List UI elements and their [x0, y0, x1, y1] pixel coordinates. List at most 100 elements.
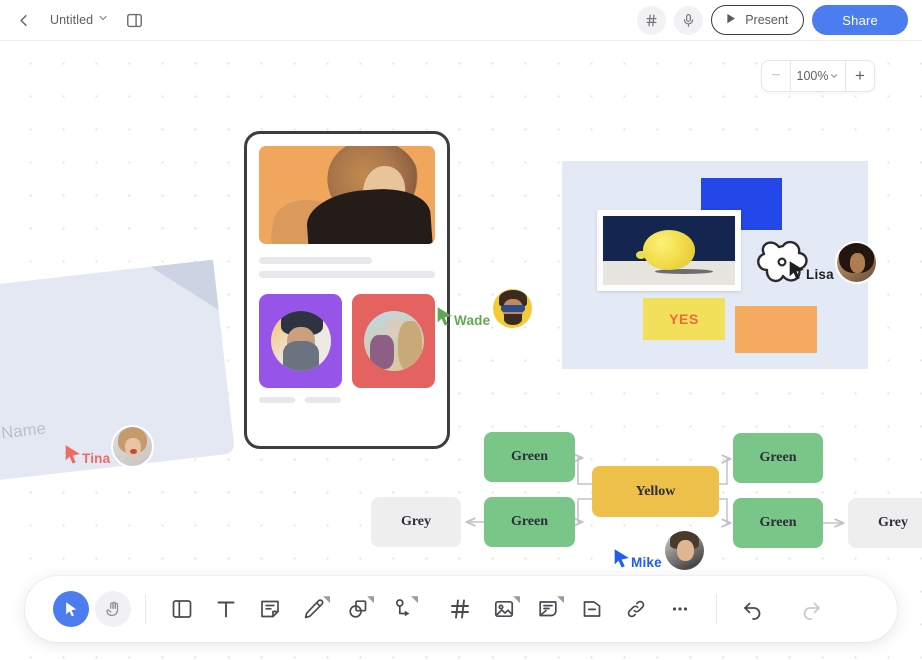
tool-caret-icon: ◥ [411, 594, 418, 604]
tool-connector[interactable]: ◥ [380, 587, 424, 631]
zoom-level-dropdown[interactable]: 100% [790, 61, 846, 91]
orange-rectangle-shape[interactable] [735, 306, 817, 353]
redo-arrow-icon [803, 602, 820, 620]
toolbar-divider [716, 594, 717, 624]
text-placeholder-bar [259, 271, 435, 278]
play-icon [723, 11, 738, 29]
cursor-pointer-icon [789, 261, 804, 280]
tool-caret-icon: ◥ [513, 594, 520, 604]
yes-sticky[interactable]: YES [643, 298, 725, 340]
yes-label: YES [669, 311, 699, 327]
chevron-down-icon [831, 74, 838, 78]
cursor-pointer-icon [65, 445, 80, 464]
flow-node-label: Yellow [635, 483, 676, 499]
redo-button[interactable] [789, 587, 833, 631]
cursor-pointer-icon [614, 549, 629, 568]
flow-node-green-bot-r[interactable]: Green [733, 498, 823, 548]
hash-icon[interactable] [637, 5, 667, 35]
tool-frame[interactable] [160, 587, 204, 631]
tool-link[interactable] [614, 587, 658, 631]
present-label: Present [745, 13, 789, 27]
cursor-name-label: Lisa [806, 267, 834, 282]
lemon-photo-frame[interactable] [597, 210, 741, 291]
hero-image [259, 146, 435, 244]
top-bar: Untitled Present Share [0, 0, 922, 41]
tool-grid[interactable] [438, 587, 482, 631]
cursor-name-label: Mike [631, 555, 662, 570]
hash-grid-icon [451, 599, 469, 619]
top-bar-right: Present Share [637, 5, 922, 35]
zoom-out-button[interactable]: − [762, 61, 790, 91]
avatar [113, 427, 153, 466]
tool-select[interactable] [53, 591, 89, 627]
page-title: Untitled [50, 13, 94, 27]
avatar [836, 243, 876, 282]
panel-layout-icon[interactable] [117, 3, 151, 37]
tool-caret-icon: ◥ [323, 594, 330, 604]
chevron-down-icon [97, 11, 109, 29]
whiteboard-app: Untitled Present Share Name YES Grey Gre… [0, 0, 922, 660]
frame-layout-icon [172, 600, 192, 618]
avatar [270, 311, 331, 371]
zoom-level-value: 100% [796, 69, 829, 83]
flow-node-label: Green [510, 514, 549, 529]
tool-pen[interactable]: ◥ [292, 587, 336, 631]
flow-node-grey-left[interactable]: Grey [371, 497, 461, 547]
avatar [664, 531, 704, 570]
text-tool-icon [217, 601, 235, 618]
tool-more[interactable] [658, 587, 702, 631]
back-icon[interactable] [6, 3, 40, 37]
flow-node-label: Grey [400, 514, 432, 529]
mockup-label-row [259, 397, 435, 403]
flow-node-yellow-center[interactable]: Yellow [592, 466, 719, 517]
mockup-card-purple[interactable] [259, 294, 342, 388]
lemon-photo [603, 216, 735, 285]
microphone-icon[interactable] [674, 5, 704, 35]
avatar [363, 311, 424, 371]
top-bar-left: Untitled [0, 3, 151, 37]
document-title-dropdown[interactable]: Untitled [42, 11, 109, 29]
tool-shapes[interactable]: ◥ [336, 587, 380, 631]
more-dots-icon [672, 607, 688, 611]
tool-image[interactable]: ◥ [482, 587, 526, 631]
zoom-control: − 100% + [761, 60, 875, 92]
tool-caret-icon: ◥ [367, 594, 374, 604]
cursor-pointer-icon [437, 307, 452, 326]
flow-node-label: Grey [877, 515, 909, 530]
mockup-card-red[interactable] [352, 294, 435, 388]
cursor-name-label: Tina [82, 451, 111, 466]
cursor-select-icon [66, 602, 77, 617]
label-placeholder-bar [305, 397, 341, 403]
cursor-name-label: Wade [454, 313, 491, 328]
canvas[interactable]: Your Name [0, 41, 922, 660]
flow-node-label: Green [510, 449, 549, 464]
link-paperclip-icon [627, 600, 645, 618]
document-icon [583, 601, 601, 617]
present-button[interactable]: Present [711, 5, 805, 35]
undo-arrow-icon [744, 602, 761, 620]
flow-node-grey-right[interactable]: Grey [848, 498, 922, 548]
text-placeholder-bar [259, 257, 372, 264]
sticky-note-icon [261, 600, 279, 618]
tool-card[interactable]: ◥ [526, 587, 570, 631]
undo-button[interactable] [731, 587, 775, 631]
tool-document[interactable] [570, 587, 614, 631]
flow-node-label: Green [759, 450, 797, 465]
avatar [493, 289, 533, 328]
zoom-in-button[interactable]: + [846, 61, 874, 91]
flow-node-green-top-l[interactable]: Green [484, 432, 575, 482]
share-button[interactable]: Share [812, 5, 908, 35]
phone-mockup[interactable] [244, 131, 450, 449]
flow-node-green-bot-l[interactable]: Green [484, 497, 575, 547]
tool-sticky-note[interactable] [248, 587, 292, 631]
tool-text[interactable] [204, 587, 248, 631]
mockup-cards-row [259, 294, 435, 388]
bottom-toolbar: ◥ ◥ ◥ ◥ ◥ [25, 576, 897, 642]
tool-pan[interactable] [95, 591, 131, 627]
toolbar-divider [145, 594, 146, 624]
cursor-mike: Mike [611, 531, 704, 570]
cursor-lisa: Lisa [786, 243, 876, 282]
label-placeholder-bar [259, 397, 295, 403]
tool-caret-icon: ◥ [557, 594, 564, 604]
flow-node-green-top-r[interactable]: Green [733, 433, 823, 483]
